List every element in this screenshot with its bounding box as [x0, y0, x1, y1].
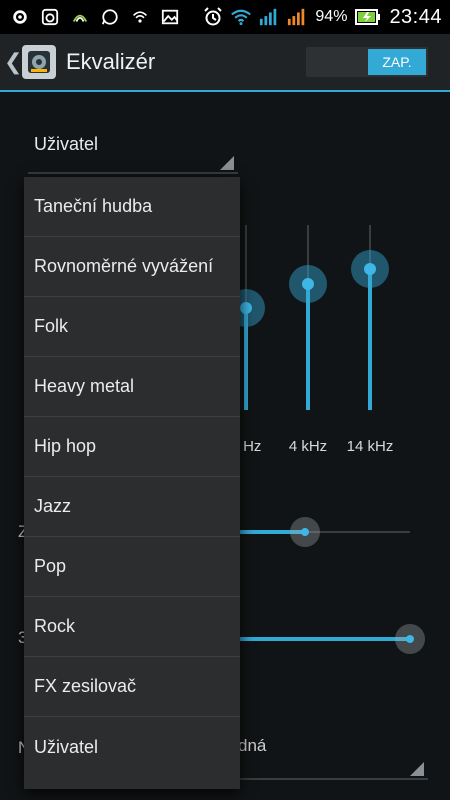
dropdown-item[interactable]: Taneční hudba — [24, 177, 240, 237]
instagram-icon — [40, 7, 60, 27]
status-bar: 94% 23:44 — [0, 0, 450, 34]
preset-dropdown-list: Taneční hudba Rovnoměrné vyvážení Folk H… — [24, 177, 240, 789]
signal-bars-blue-icon — [259, 7, 279, 27]
wifi-icon — [231, 7, 252, 27]
slider-knob-center — [406, 635, 414, 643]
dropdown-item[interactable]: Jazz — [24, 477, 240, 537]
dropdown-item[interactable]: FX zesilovač — [24, 657, 240, 717]
eq-frequency-label: 14 kHz — [346, 438, 394, 455]
wifi-small-icon — [130, 7, 150, 27]
preset-selected-label: Uživatel — [34, 134, 99, 154]
page-title: Ekvalizér — [66, 49, 156, 74]
dropdown-item[interactable]: Pop — [24, 537, 240, 597]
eq-fill — [368, 269, 372, 410]
equalizer-app-icon[interactable] — [22, 45, 56, 79]
signal-bars-orange-icon — [287, 7, 307, 27]
equalizer-toggle[interactable]: ZAP. — [306, 47, 428, 77]
preset-spinner[interactable]: Uživatel — [28, 128, 238, 174]
battery-charging-icon — [355, 7, 381, 27]
whatsapp-icon — [100, 7, 120, 27]
dropdown-item[interactable]: Heavy metal — [24, 357, 240, 417]
signal-tower-icon — [70, 7, 90, 27]
settings-gear-icon — [10, 7, 30, 27]
clock: 23:44 — [389, 5, 442, 28]
spinner-arrow-icon — [220, 156, 234, 170]
gallery-icon — [160, 7, 180, 27]
dropdown-item[interactable]: Rock — [24, 597, 240, 657]
eq-frequency-label: 4 kHz — [288, 438, 328, 455]
dropdown-item[interactable]: Hip hop — [24, 417, 240, 477]
back-caret-icon[interactable]: ❮ — [4, 49, 22, 75]
dropdown-item[interactable]: Folk — [24, 297, 240, 357]
dropdown-item[interactable]: Rovnoměrné vyvážení — [24, 237, 240, 297]
alarm-icon — [203, 7, 223, 27]
action-bar: ❮ Ekvalizér ZAP. — [0, 34, 450, 92]
eq-fill — [306, 284, 310, 410]
dropdown-item[interactable]: Uživatel — [24, 717, 240, 777]
toggle-on-label: ZAP. — [368, 49, 426, 75]
battery-percent: 94% — [315, 8, 348, 25]
reverb-selected-label: dná — [238, 736, 267, 755]
spinner-arrow-icon — [410, 762, 424, 776]
